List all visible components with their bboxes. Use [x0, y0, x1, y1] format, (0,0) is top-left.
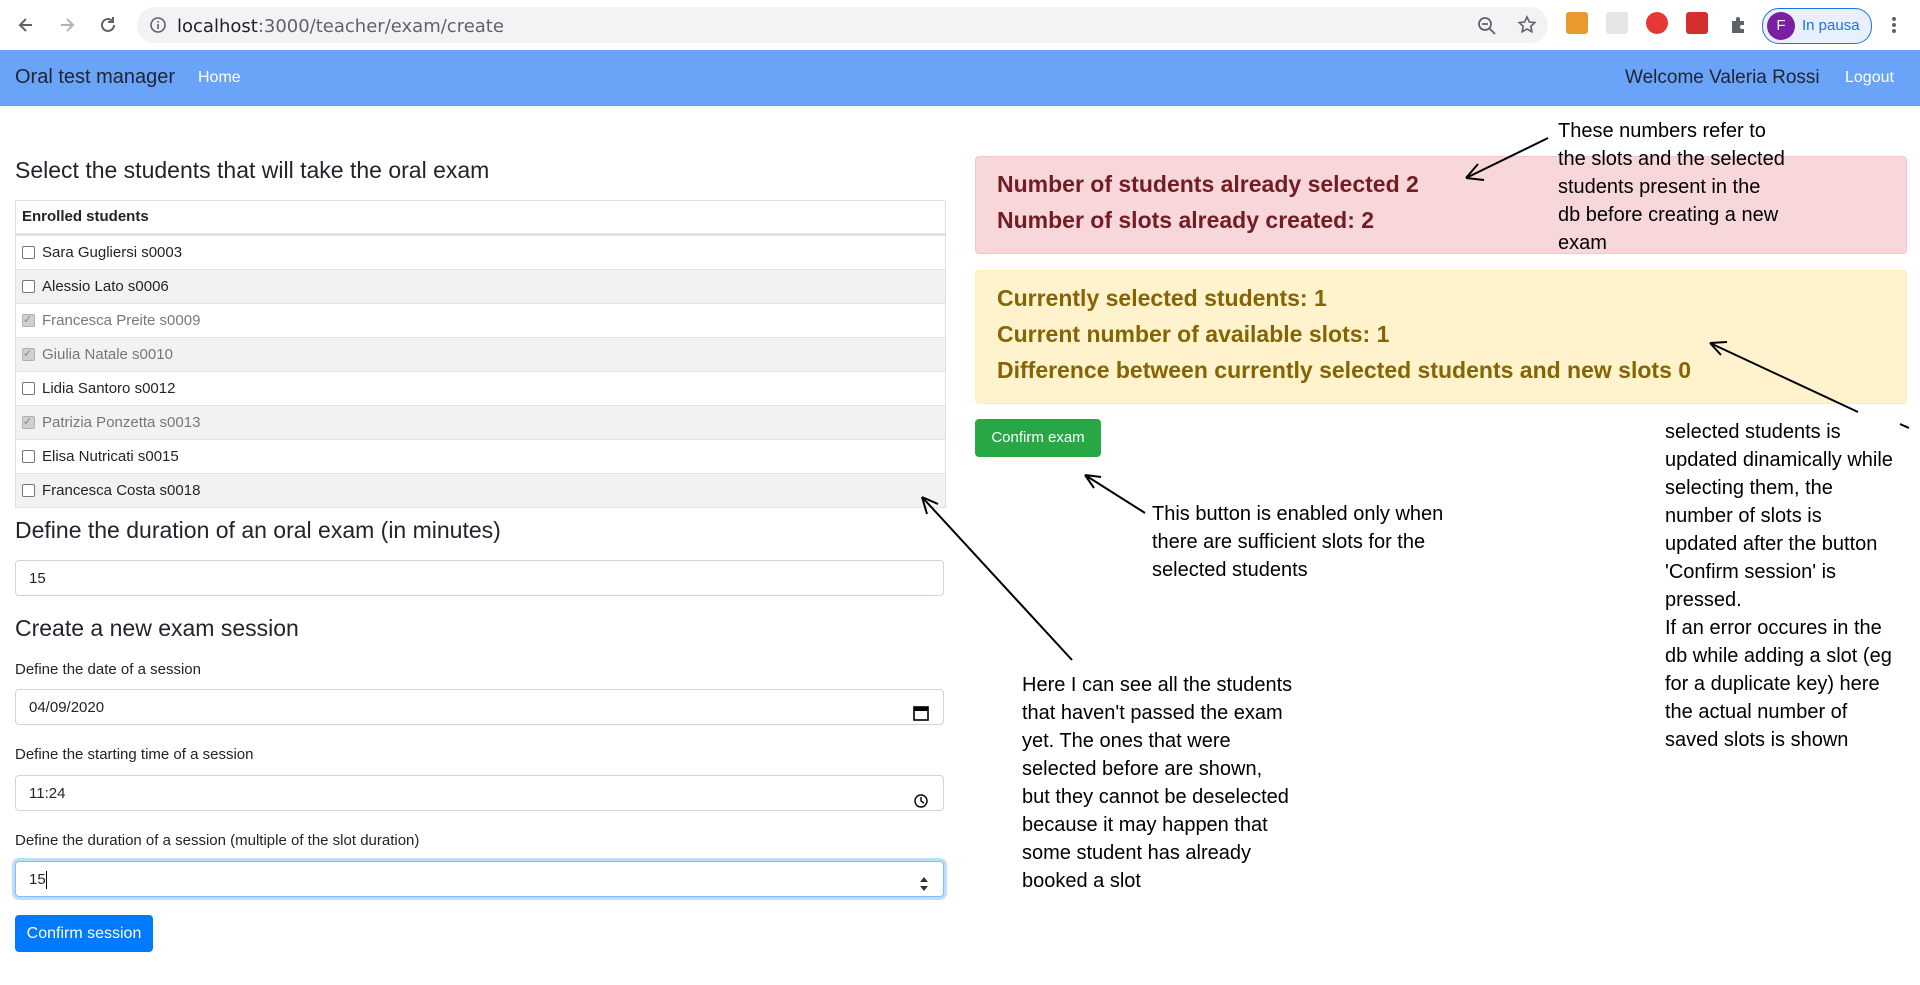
arrow-to-db-alert: [1465, 137, 1549, 181]
arrow-to-students-table: [921, 496, 1073, 661]
arrow-to-current-alert: [1709, 341, 1859, 413]
tick-mark: [1899, 423, 1910, 429]
arrow-to-confirm-exam: [1084, 474, 1146, 514]
annotation-arrows: [921, 137, 1910, 661]
